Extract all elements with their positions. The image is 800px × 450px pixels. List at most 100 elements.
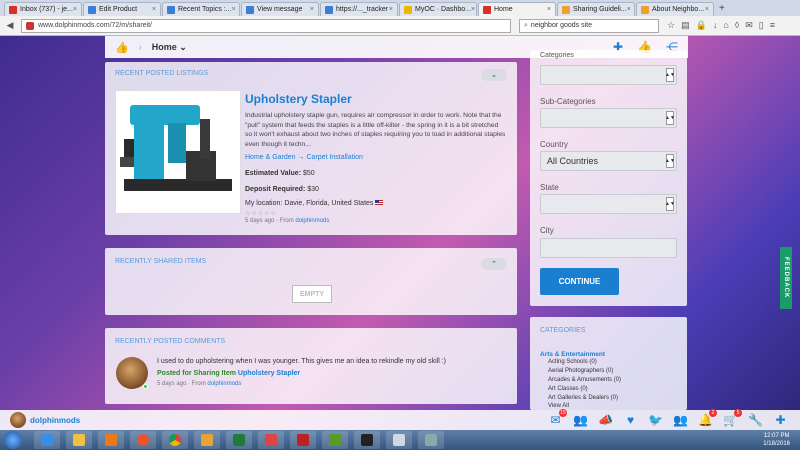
listing-category-path: Home & Garden → Carpet Installation (245, 154, 363, 161)
listing-title[interactable]: Upholstery Stapler (245, 92, 352, 106)
listing-meta: 5 days ago · From dolphinmods (245, 218, 330, 224)
username-link[interactable]: dolphinmods (30, 416, 80, 425)
taskbar-excel-icon[interactable] (226, 431, 252, 449)
heart-icon[interactable]: ♥ (623, 413, 638, 427)
users-icon[interactable]: 👥 (673, 413, 688, 427)
home-dropdown[interactable]: Home ⌄ (152, 42, 187, 53)
star-icon (404, 5, 412, 14)
arrow-right-icon: → (297, 154, 305, 161)
lock-icon[interactable]: 🔒 (696, 20, 707, 31)
tab-tracker[interactable]: https://..._tracker × (320, 2, 398, 16)
city-input[interactable] (540, 238, 677, 258)
tab-sharing-guidelines[interactable]: Sharing Guideli... × (557, 2, 635, 16)
search-input[interactable]: ⌕ neighbor goods site (519, 18, 659, 33)
close-icon[interactable]: × (547, 6, 551, 13)
taskbar-tools-icon[interactable] (418, 431, 444, 449)
author-link[interactable]: dolphinmods (207, 381, 241, 387)
new-tab-button[interactable]: + (719, 3, 725, 14)
category-item[interactable]: Art Classes (0) (548, 386, 588, 392)
taskbar-terminal-icon[interactable] (354, 431, 380, 449)
address-bar[interactable]: www.dolphinmods.com/72/m/shareit/ (21, 18, 511, 33)
subcategories-select[interactable]: ▲▼ (540, 108, 677, 128)
site-bottom-bar: dolphinmods ✉ 15 👥 📣 ♥ 🐦 👥 🔔 2 🛒 5 🔧 ✚ (0, 409, 800, 430)
tab-view-message[interactable]: View message × (241, 2, 319, 16)
taskbar-filezilla-icon[interactable] (290, 431, 316, 449)
close-icon[interactable]: × (705, 6, 709, 13)
taskbar-explorer-icon[interactable] (66, 431, 92, 449)
country-select[interactable]: All Countries ▲▼ (540, 151, 677, 171)
panel-title: CATEGORIES (540, 327, 586, 334)
close-icon[interactable]: × (471, 6, 475, 13)
tab-gmail[interactable]: Inbox (737) - je... × (4, 2, 82, 16)
reading-list-icon[interactable]: ▤ (681, 20, 690, 31)
mobile-icon[interactable]: ▯ (759, 20, 764, 31)
close-icon[interactable]: × (627, 6, 631, 13)
back-icon[interactable]: ◀ (4, 20, 16, 32)
categories-panel: CATEGORIES Arts & Entertainment Acting S… (530, 317, 687, 410)
browser-tab-strip: Inbox (737) - je... × Edit Product × Recen… (0, 0, 800, 16)
item-link[interactable]: Upholstery Stapler (238, 370, 300, 377)
groups-icon[interactable]: 👥 (573, 413, 588, 427)
category-heading-link[interactable]: Arts & Entertainment (540, 351, 605, 358)
category-item[interactable]: Arcades & Amusements (0) (548, 377, 621, 383)
taskbar-firefox-icon[interactable] (130, 431, 156, 449)
tab-edit-product[interactable]: Edit Product × (83, 2, 161, 16)
categories-select[interactable]: ▲▼ (540, 65, 677, 85)
collapse-toggle[interactable]: ⌄ (481, 69, 507, 81)
bell-icon[interactable]: 🔔 2 (698, 409, 717, 427)
estimated-value: Estimated Value: $50 (245, 170, 315, 177)
taskbar-media-icon[interactable] (98, 431, 124, 449)
category-item[interactable]: Art Galleries & Dealers (0) (548, 395, 618, 401)
dropdown-arrow-icon: ▲▼ (665, 68, 675, 82)
listing-image[interactable] (115, 90, 241, 214)
pocket-icon[interactable]: ◊ (735, 20, 739, 31)
close-icon[interactable]: × (389, 6, 393, 13)
taskbar-notepad-icon[interactable] (386, 431, 412, 449)
author-link[interactable]: dolphinmods (295, 218, 329, 224)
tab-about-neighbor[interactable]: About Neighbo... × (636, 2, 714, 16)
subcategory-link[interactable]: Carpet Installation (307, 154, 363, 161)
close-icon[interactable]: × (232, 6, 236, 13)
panel-title: RECENT POSTED LISTINGS (115, 70, 209, 77)
feedback-tab[interactable]: FEEDBACK (780, 247, 792, 309)
tab-recent-topics[interactable]: Recent Topics :... × (162, 2, 240, 16)
site-favicon-icon (246, 5, 254, 14)
taskbar-outlook-icon[interactable] (194, 431, 220, 449)
view-all-link[interactable]: View All (548, 403, 569, 409)
user-avatar[interactable] (10, 412, 26, 428)
close-icon[interactable]: × (73, 6, 77, 13)
taskbar-frog-icon[interactable] (322, 431, 348, 449)
us-flag-icon (375, 200, 384, 205)
state-select[interactable]: ▲▼ (540, 194, 677, 214)
start-button[interactable] (4, 431, 22, 449)
share-icon[interactable]: ✉ (745, 20, 753, 31)
cart-icon[interactable]: 🛒 5 (723, 409, 742, 427)
taskbar-chrome-icon[interactable] (162, 431, 188, 449)
bookmark-star-icon[interactable]: ☆ (667, 20, 675, 31)
home-icon[interactable]: ⌂ (723, 20, 728, 31)
state-label: State (540, 183, 559, 192)
tab-myoc-dashboard[interactable]: MyOC · Dashbo... × (399, 2, 477, 16)
continue-button[interactable]: CONTINUE (540, 268, 619, 295)
comment-meta: 5 days ago · From dolphinmods (157, 381, 242, 387)
taskbar-ie-icon[interactable] (34, 431, 60, 449)
category-link[interactable]: Home & Garden (245, 154, 296, 161)
megaphone-icon[interactable]: 📣 (598, 413, 613, 427)
tab-home[interactable]: Home × (478, 2, 556, 16)
close-icon[interactable]: × (152, 6, 156, 13)
category-item[interactable]: Acting Schools (0) (548, 359, 597, 365)
filter-panel: Categories ▲▼ Sub-Categories ▲▼ Country … (530, 50, 687, 306)
taskbar-paint-icon[interactable] (258, 431, 284, 449)
twitter-icon[interactable]: 🐦 (648, 413, 663, 427)
category-item[interactable]: Aerial Photographers (0) (548, 368, 613, 374)
mail-icon[interactable]: ✉ 15 (548, 409, 567, 427)
collapse-toggle[interactable]: ⌃ (481, 258, 507, 270)
os-taskbar: 12:07 PM 1/18/2016 (0, 430, 800, 450)
thumbs-up-icon[interactable]: 👍 (115, 41, 129, 54)
add-icon[interactable]: ✚ (773, 413, 788, 427)
menu-icon[interactable]: ≡ (770, 20, 775, 31)
wrench-icon[interactable]: 🔧 (748, 413, 763, 427)
system-clock[interactable]: 12:07 PM 1/18/2016 (763, 432, 790, 448)
download-icon[interactable]: ↓ (713, 20, 718, 31)
close-icon[interactable]: × (310, 6, 314, 13)
